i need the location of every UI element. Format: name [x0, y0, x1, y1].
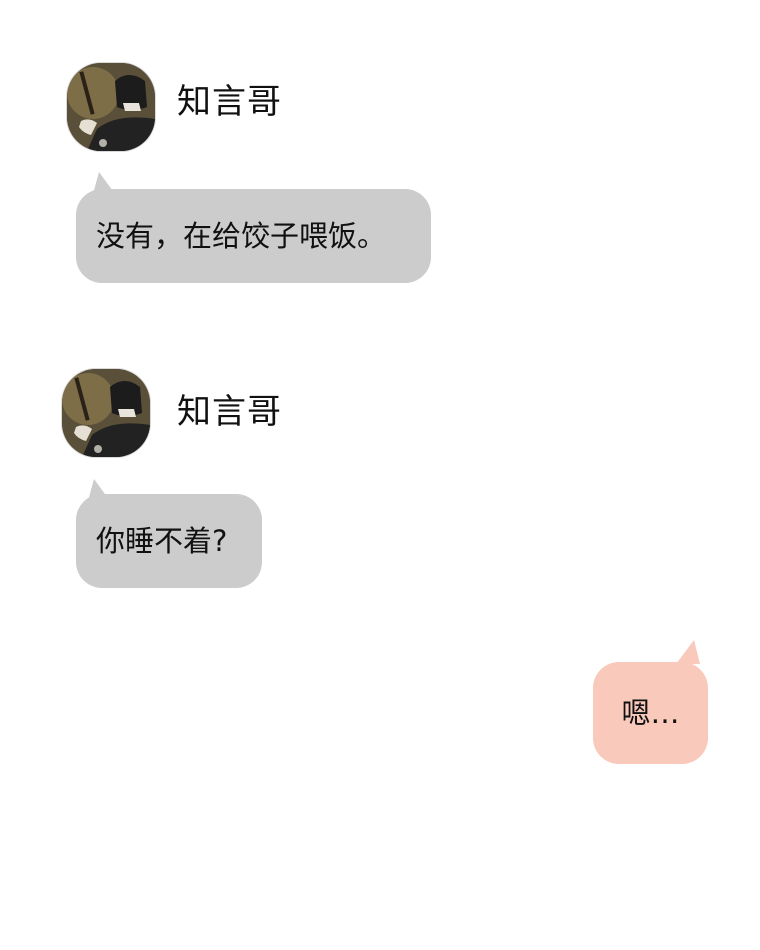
avatar[interactable] [67, 63, 155, 151]
message-text: 你睡不着? [96, 524, 228, 558]
message-bubble-incoming[interactable]: 没有，在给饺子喂饭。 [76, 189, 431, 283]
avatar-portrait-image [62, 369, 150, 457]
avatar-portrait-image [67, 63, 155, 151]
sender-name: 知言哥 [177, 82, 282, 122]
avatar[interactable] [62, 369, 150, 457]
message-bubble-outgoing[interactable]: 嗯… [593, 662, 708, 764]
message-text: 嗯… [621, 696, 680, 730]
bubble-tail [676, 640, 700, 664]
sender-name: 知言哥 [177, 392, 282, 432]
message-bubble-incoming[interactable]: 你睡不着? [76, 494, 262, 588]
message-text: 没有，在给饺子喂饭。 [96, 219, 387, 253]
